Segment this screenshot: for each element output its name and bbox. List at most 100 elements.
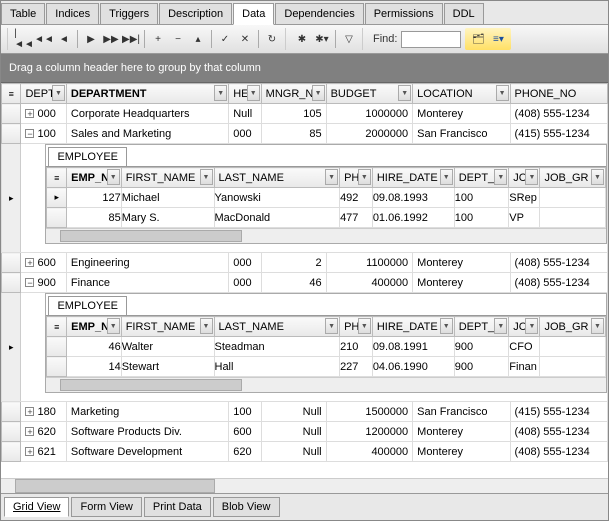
cell-jc[interactable]: SRep <box>509 188 540 208</box>
col-dept[interactable]: DEPT▼ <box>21 84 66 104</box>
ncol-jobgr[interactable]: JOB_GR▼ <box>540 168 606 188</box>
expand-icon[interactable]: − <box>25 278 34 287</box>
cell-phone[interactable]: (408) 555-1234 <box>510 253 607 273</box>
nav-next-button[interactable]: ▶ <box>82 30 100 48</box>
table-row[interactable]: +000Corporate HeadquartersNull1051000000… <box>2 104 608 124</box>
insert-button[interactable]: + <box>149 30 167 48</box>
tab-permissions[interactable]: Permissions <box>365 3 443 24</box>
cell-hire[interactable]: 09.08.1991 <box>372 337 454 357</box>
dropdown-icon[interactable]: ▼ <box>591 169 604 185</box>
nested-row[interactable]: ▸127MichaelYanowski49209.08.1993100SRep <box>47 188 606 208</box>
dropdown-icon[interactable]: ▼ <box>200 169 213 185</box>
cell-first[interactable]: Stewart <box>121 357 214 377</box>
table-row[interactable]: −100Sales and Marketing000852000000San F… <box>2 124 608 144</box>
dropdown-icon[interactable]: ▼ <box>312 85 325 101</box>
dropdown-icon[interactable]: ▼ <box>107 169 120 185</box>
ncol-ph[interactable]: PH▼ <box>340 317 373 337</box>
cell-last[interactable]: Yanowski <box>214 188 340 208</box>
nav-next-page-button[interactable]: ▶▶ <box>102 30 120 48</box>
cell-last[interactable]: Hall <box>214 357 340 377</box>
dropdown-icon[interactable]: ▼ <box>325 169 338 185</box>
cell-ph[interactable]: 492 <box>340 188 373 208</box>
cell-budget[interactable]: 400000 <box>326 273 413 293</box>
commit-button[interactable]: ✓ <box>216 30 234 48</box>
dropdown-icon[interactable]: ▼ <box>496 85 509 101</box>
cell-phone[interactable]: (408) 555-1234 <box>510 442 607 462</box>
cell-location[interactable]: Monterey <box>413 104 510 124</box>
cell-phone[interactable]: (408) 555-1234 <box>510 273 607 293</box>
cell-first[interactable]: Mary S. <box>121 208 214 228</box>
cell-hire[interactable]: 01.06.1992 <box>372 208 454 228</box>
ncol-jobgr[interactable]: JOB_GR▼ <box>540 317 606 337</box>
ncol-hire[interactable]: HIRE_DATE▼ <box>372 317 454 337</box>
refresh-button[interactable]: ↻ <box>263 30 281 48</box>
cell-first[interactable]: Walter <box>121 337 214 357</box>
dropdown-icon[interactable]: ▼ <box>525 169 538 185</box>
cell-hire[interactable]: 09.08.1993 <box>372 188 454 208</box>
cell-budget[interactable]: 2000000 <box>326 124 413 144</box>
ncol-last[interactable]: LAST_NAME▼ <box>214 317 340 337</box>
cell-department[interactable]: Engineering <box>66 253 228 273</box>
cell-phone[interactable]: (415) 555-1234 <box>510 402 607 422</box>
dropdown-icon[interactable]: ▼ <box>494 169 507 185</box>
dropdown-icon[interactable]: ▼ <box>200 318 213 334</box>
view-tab-form-view[interactable]: Form View <box>71 497 141 517</box>
filter-button[interactable]: ▽ <box>340 30 358 48</box>
dropdown-icon[interactable]: ▼ <box>591 318 604 334</box>
dropdown-icon[interactable]: ▼ <box>325 318 338 334</box>
cell-mngr[interactable]: Null <box>261 422 326 442</box>
cell-last[interactable]: Steadman <box>214 337 340 357</box>
cell-location[interactable]: San Francisco <box>413 402 510 422</box>
dropdown-icon[interactable]: ▼ <box>440 318 453 334</box>
cell-dept[interactable]: 900 <box>454 337 509 357</box>
cancel-button[interactable]: ✕ <box>236 30 254 48</box>
expand-icon[interactable]: + <box>25 258 34 267</box>
ncol-first[interactable]: FIRST_NAME▼ <box>121 317 214 337</box>
cell-head[interactable]: 000 <box>229 124 261 144</box>
cell-mngr[interactable]: 85 <box>261 124 326 144</box>
view-tab-blob-view[interactable]: Blob View <box>213 497 280 517</box>
cell-dept[interactable]: 100 <box>454 188 509 208</box>
col-mngr[interactable]: MNGR_N▼ <box>261 84 326 104</box>
cell-head[interactable]: 000 <box>229 253 261 273</box>
dropdown-icon[interactable]: ▼ <box>358 169 371 185</box>
dropdown-icon[interactable]: ▼ <box>52 85 65 101</box>
dropdown-icon[interactable]: ▼ <box>214 85 227 101</box>
cell-emp[interactable]: 46 <box>67 337 122 357</box>
col-department[interactable]: DEPARTMENT▼ <box>66 84 228 104</box>
cell-jobgr[interactable] <box>540 208 606 228</box>
table-row[interactable]: +180Marketing100Null1500000San Francisco… <box>2 402 608 422</box>
dropdown-icon[interactable]: ▼ <box>247 85 260 101</box>
cell-department[interactable]: Software Development <box>66 442 228 462</box>
ncol-dept[interactable]: DEPT_▼ <box>454 168 509 188</box>
table-row[interactable]: +600Engineering00021100000Monterey(408) … <box>2 253 608 273</box>
cell-budget[interactable]: 1100000 <box>326 253 413 273</box>
nested-tab-employee[interactable]: EMPLOYEE <box>48 296 127 315</box>
cell-department[interactable]: Corporate Headquarters <box>66 104 228 124</box>
cell-last[interactable]: MacDonald <box>214 208 340 228</box>
tab-data[interactable]: Data <box>233 3 274 25</box>
ncol-ph[interactable]: PH▼ <box>340 168 373 188</box>
cell-department[interactable]: Software Products Div. <box>66 422 228 442</box>
expand-icon[interactable]: + <box>25 447 34 456</box>
col-head[interactable]: HE▼ <box>229 84 261 104</box>
cell-dept[interactable]: −100 <box>21 124 66 144</box>
cell-head[interactable]: 100 <box>229 402 261 422</box>
cell-mngr[interactable]: Null <box>261 442 326 462</box>
cell-department[interactable]: Finance <box>66 273 228 293</box>
cell-jobgr[interactable] <box>540 357 606 377</box>
find-input[interactable] <box>401 31 461 48</box>
nav-prev-page-button[interactable]: ◄◄ <box>35 30 53 48</box>
cell-budget[interactable]: 1500000 <box>326 402 413 422</box>
ncol-hire[interactable]: HIRE_DATE▼ <box>372 168 454 188</box>
cell-dept[interactable]: 100 <box>454 208 509 228</box>
cell-dept[interactable]: +621 <box>21 442 66 462</box>
nested-row[interactable]: 14StewartHall22704.06.1990900Finan <box>47 357 606 377</box>
cell-mngr[interactable]: 105 <box>261 104 326 124</box>
col-budget[interactable]: BUDGET▼ <box>326 84 413 104</box>
dropdown-icon[interactable]: ▼ <box>525 318 538 334</box>
ncol-last[interactable]: LAST_NAME▼ <box>214 168 340 188</box>
cell-head[interactable]: 000 <box>229 273 261 293</box>
cell-jc[interactable]: CFO <box>509 337 540 357</box>
nested-scrollbar[interactable] <box>46 228 606 243</box>
